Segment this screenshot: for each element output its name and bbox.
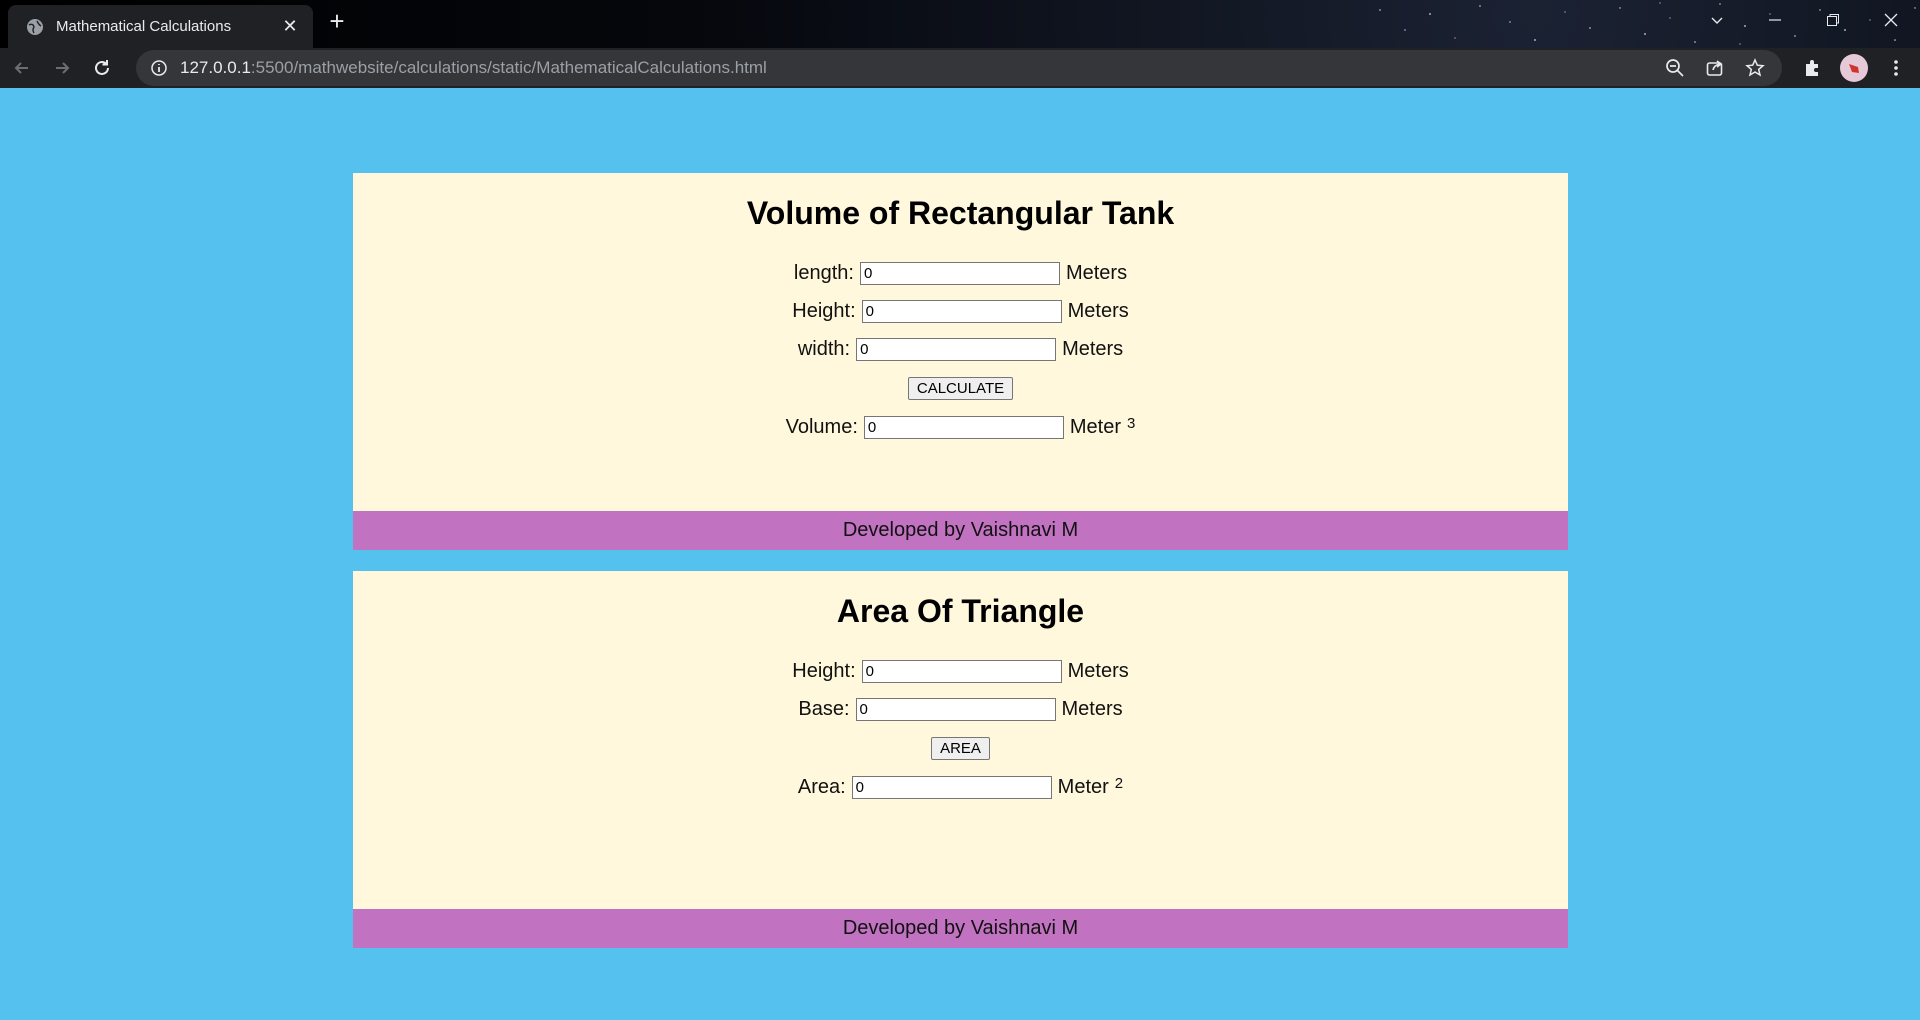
width-unit: Meters: [1062, 337, 1124, 360]
area-unit: Meter: [1057, 775, 1109, 798]
triangle-card: Area Of Triangle Height: Meters Base: Me…: [353, 571, 1568, 948]
triangle-height-unit: Meters: [1067, 659, 1129, 682]
extensions-icon[interactable]: [1798, 54, 1826, 82]
volume-unit: Meter: [1069, 415, 1122, 438]
base-row: Base: Meters: [353, 690, 1568, 728]
footer-text: Developed by Vaishnavi M: [842, 917, 1079, 939]
close-window-icon[interactable]: [1862, 0, 1920, 40]
triangle-height-input[interactable]: [861, 659, 1062, 683]
tab-title: Mathematical Calculations: [56, 18, 232, 35]
back-button[interactable]: [4, 50, 40, 86]
address-bar[interactable]: 127.0.0.1:5500/mathwebsite/calculations/…: [136, 50, 1782, 86]
length-unit: Meters: [1065, 261, 1128, 284]
length-row: length: Meters: [353, 254, 1568, 292]
footer: Developed by Vaishnavi M: [353, 511, 1568, 550]
length-label: length:: [793, 261, 854, 284]
globe-icon: [27, 18, 43, 35]
volume-output[interactable]: [863, 415, 1064, 439]
close-tab-icon[interactable]: ✕: [279, 16, 301, 37]
height-input[interactable]: [861, 299, 1062, 323]
reload-button[interactable]: [84, 50, 120, 86]
volume-label: Volume:: [785, 415, 858, 438]
height-label: Height:: [792, 299, 856, 322]
share-icon[interactable]: [1702, 55, 1728, 81]
area-exponent: 2: [1114, 774, 1124, 792]
volume-card: Volume of Rectangular Tank length: Meter…: [353, 173, 1568, 550]
browser-tab-strip: Mathematical Calculations ✕ +: [0, 0, 1920, 48]
site-info-icon[interactable]: [150, 59, 168, 77]
restore-icon[interactable]: [1804, 0, 1862, 40]
arrow-left-icon: [14, 62, 28, 74]
base-input[interactable]: [855, 697, 1056, 721]
tab-search-icon[interactable]: [1688, 0, 1746, 40]
footer: Developed by Vaishnavi M: [353, 909, 1568, 948]
area-result-row: Area: Meter 2: [353, 768, 1568, 806]
browser-toolbar: 127.0.0.1:5500/mathwebsite/calculations/…: [0, 48, 1920, 88]
volume-exponent: 3: [1127, 414, 1136, 432]
browser-tab[interactable]: Mathematical Calculations ✕: [8, 5, 313, 48]
volume-title: Volume of Rectangular Tank: [746, 195, 1175, 231]
bookmark-star-icon[interactable]: [1742, 55, 1768, 81]
triangle-title: Area Of Triangle: [836, 593, 1085, 629]
height-row: Height: Meters: [353, 292, 1568, 330]
new-tab-button[interactable]: +: [322, 6, 352, 36]
width-input[interactable]: [856, 337, 1057, 361]
footer-text: Developed by Vaishnavi M: [842, 519, 1079, 541]
minimize-icon[interactable]: [1746, 0, 1804, 40]
forward-button[interactable]: [44, 50, 80, 86]
height-unit: Meters: [1067, 299, 1129, 322]
area-output[interactable]: [851, 775, 1052, 799]
window-controls: [1688, 0, 1920, 40]
url-text: 127.0.0.1:5500/mathwebsite/calculations/…: [180, 58, 767, 77]
arrow-right-icon: [56, 62, 70, 74]
base-label: Base:: [798, 697, 850, 720]
triangle-height-label: Height:: [792, 659, 856, 682]
profile-avatar[interactable]: [1840, 54, 1868, 82]
volume-result-row: Volume: Meter 3: [353, 408, 1568, 446]
calculate-button[interactable]: CALCULATE: [907, 376, 1014, 400]
reload-icon: [95, 60, 109, 75]
length-input[interactable]: [859, 261, 1060, 285]
area-label: Area:: [797, 775, 846, 798]
zoom-icon[interactable]: [1662, 55, 1688, 81]
width-label: width:: [797, 337, 851, 360]
menu-dots-icon[interactable]: [1882, 54, 1910, 82]
width-row: width: Meters: [353, 330, 1568, 368]
triangle-height-row: Height: Meters: [353, 652, 1568, 690]
base-unit: Meters: [1061, 697, 1123, 720]
area-button[interactable]: AREA: [931, 736, 990, 760]
